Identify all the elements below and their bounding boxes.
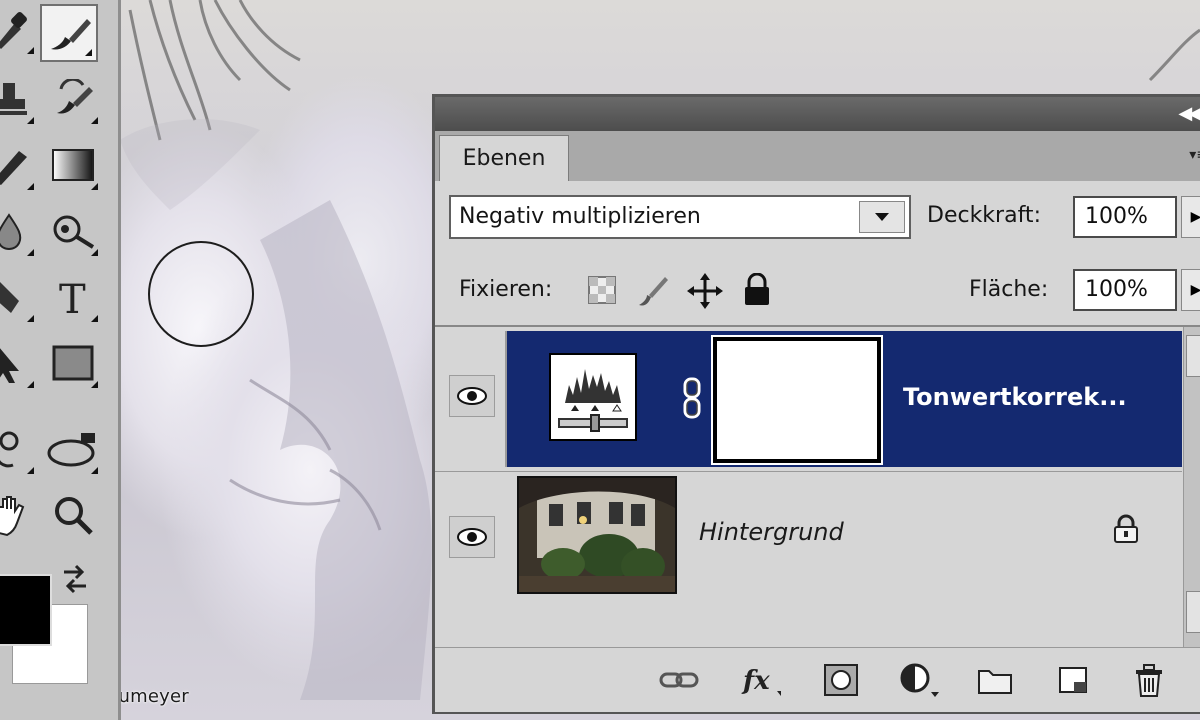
gradient-tool[interactable] — [44, 136, 102, 194]
link-icon — [659, 672, 699, 688]
eraser-icon — [0, 151, 27, 185]
eye-icon — [457, 528, 487, 546]
adjustment-layer-thumbnail[interactable] — [549, 353, 637, 441]
link-icon[interactable] — [681, 377, 703, 421]
stamp-tool[interactable] — [0, 70, 38, 128]
layer-name[interactable]: Hintergrund — [699, 518, 844, 546]
courtyard-photo-thumbnail — [519, 478, 675, 592]
blend-mode-value: Negativ multiplizieren — [459, 204, 701, 229]
lock-pixels-icon[interactable] — [635, 273, 669, 307]
pen-tool[interactable] — [0, 268, 38, 326]
zoom-tool[interactable] — [44, 486, 102, 544]
lock-all-icon[interactable] — [743, 273, 771, 307]
delete-layer-button[interactable] — [1129, 662, 1169, 698]
layer-selected-body[interactable]: Tonwertkorrek... — [507, 331, 1182, 467]
brush-icon — [51, 19, 91, 50]
blend-mode-select[interactable]: Negativ multiplizieren — [449, 195, 911, 239]
layer-style-button[interactable]: fx — [741, 662, 781, 698]
layer-row-tonwertkorrektur[interactable]: Tonwertkorrek... — [435, 331, 1182, 471]
panel-menu-icon[interactable]: ▾≡ — [1189, 147, 1200, 163]
panel-footer: fx — [435, 647, 1200, 712]
rectangle-icon — [52, 345, 94, 381]
new-group-button[interactable] — [975, 662, 1015, 698]
add-mask-icon — [824, 664, 858, 696]
new-layer-button[interactable] — [1053, 662, 1093, 698]
hand-tool[interactable] — [0, 486, 38, 544]
visibility-toggle[interactable] — [449, 375, 495, 417]
3d-rotate-icon — [0, 431, 19, 468]
layer-name[interactable]: Tonwertkorrek... — [903, 383, 1127, 411]
folder-icon — [978, 670, 1012, 694]
scroll-up-button[interactable] — [1186, 335, 1200, 377]
layer-row-hintergrund[interactable]: Hintergrund — [435, 471, 1182, 612]
scroll-down-button[interactable] — [1186, 591, 1200, 633]
fill-slider-button[interactable]: ▶ — [1181, 269, 1200, 311]
collapse-panel-icon[interactable]: ◀◀ — [1178, 103, 1200, 124]
levels-histogram-icon — [558, 369, 628, 432]
fill-input[interactable]: 100% — [1073, 269, 1177, 311]
stamp-icon — [0, 83, 27, 115]
fill-label: Fläche: — [969, 277, 1049, 302]
new-layer-icon — [1059, 667, 1087, 693]
link-layers-button[interactable] — [659, 662, 699, 698]
tools-panel: T — [0, 0, 121, 720]
blur-tool[interactable] — [0, 202, 38, 260]
brush-tool[interactable] — [40, 4, 98, 62]
chevron-down-icon[interactable] — [859, 201, 905, 233]
type-icon: T — [59, 277, 86, 319]
layer-mask-thumbnail[interactable] — [711, 335, 883, 465]
gradient-icon — [52, 149, 94, 181]
lock-label: Fixieren: — [459, 277, 553, 302]
3d-orbit-tool[interactable] — [44, 420, 102, 478]
history-brush-icon — [57, 79, 93, 114]
fx-icon: fx — [741, 666, 781, 696]
opacity-label: Deckkraft: — [927, 203, 1041, 228]
pen-icon — [0, 282, 19, 313]
panel-titlebar[interactable]: ◀◀ — [435, 97, 1200, 131]
layer-body[interactable]: Hintergrund — [507, 472, 1182, 608]
eye-icon — [457, 387, 487, 405]
3d-orbit-icon — [47, 433, 95, 467]
blur-icon — [0, 213, 22, 250]
svg-text:fx: fx — [741, 666, 770, 696]
swap-colors-icon — [64, 564, 86, 594]
new-adjustment-layer-button[interactable] — [899, 662, 939, 698]
tab-layers[interactable]: Ebenen — [439, 135, 569, 181]
foreground-color-swatch[interactable] — [0, 574, 52, 646]
path-select-tool[interactable] — [0, 334, 38, 392]
dodge-tool[interactable] — [44, 202, 102, 260]
visibility-toggle[interactable] — [449, 516, 495, 558]
eyedropper-tool[interactable] — [0, 0, 38, 58]
layer-list-scrollbar[interactable] — [1183, 327, 1200, 649]
hand-icon — [0, 496, 25, 537]
trash-icon — [1136, 664, 1162, 697]
rectangle-tool[interactable] — [44, 334, 102, 392]
opacity-input[interactable]: 100% — [1073, 196, 1177, 238]
eyedropper-icon — [0, 12, 27, 49]
lock-position-icon[interactable] — [687, 273, 723, 309]
panel-tabbar: Ebenen ▾≡ — [435, 131, 1200, 181]
zoom-icon — [55, 497, 93, 535]
dodge-icon — [53, 215, 95, 249]
type-tool[interactable]: T — [44, 268, 102, 326]
eraser-tool[interactable] — [0, 136, 38, 194]
history-brush-tool[interactable] — [44, 70, 102, 128]
3d-rotate-tool[interactable] — [0, 420, 38, 478]
layer-list: Tonwertkorrek... Hintergrund — [435, 325, 1200, 649]
brush-cursor — [148, 241, 254, 347]
opacity-slider-button[interactable]: ▶ — [1181, 196, 1200, 238]
lock-transparency-icon[interactable] — [587, 275, 617, 305]
lock-icon — [1114, 514, 1138, 543]
layer-image-thumbnail[interactable] — [517, 476, 677, 594]
add-mask-button[interactable] — [821, 662, 861, 698]
swap-colors-button[interactable] — [58, 562, 92, 596]
adjustment-layer-icon — [900, 663, 939, 697]
svg-text:T: T — [59, 277, 86, 319]
path-select-icon — [0, 348, 19, 383]
layers-panel: ◀◀ Ebenen ▾≡ Negativ multiplizieren Deck… — [432, 94, 1200, 714]
